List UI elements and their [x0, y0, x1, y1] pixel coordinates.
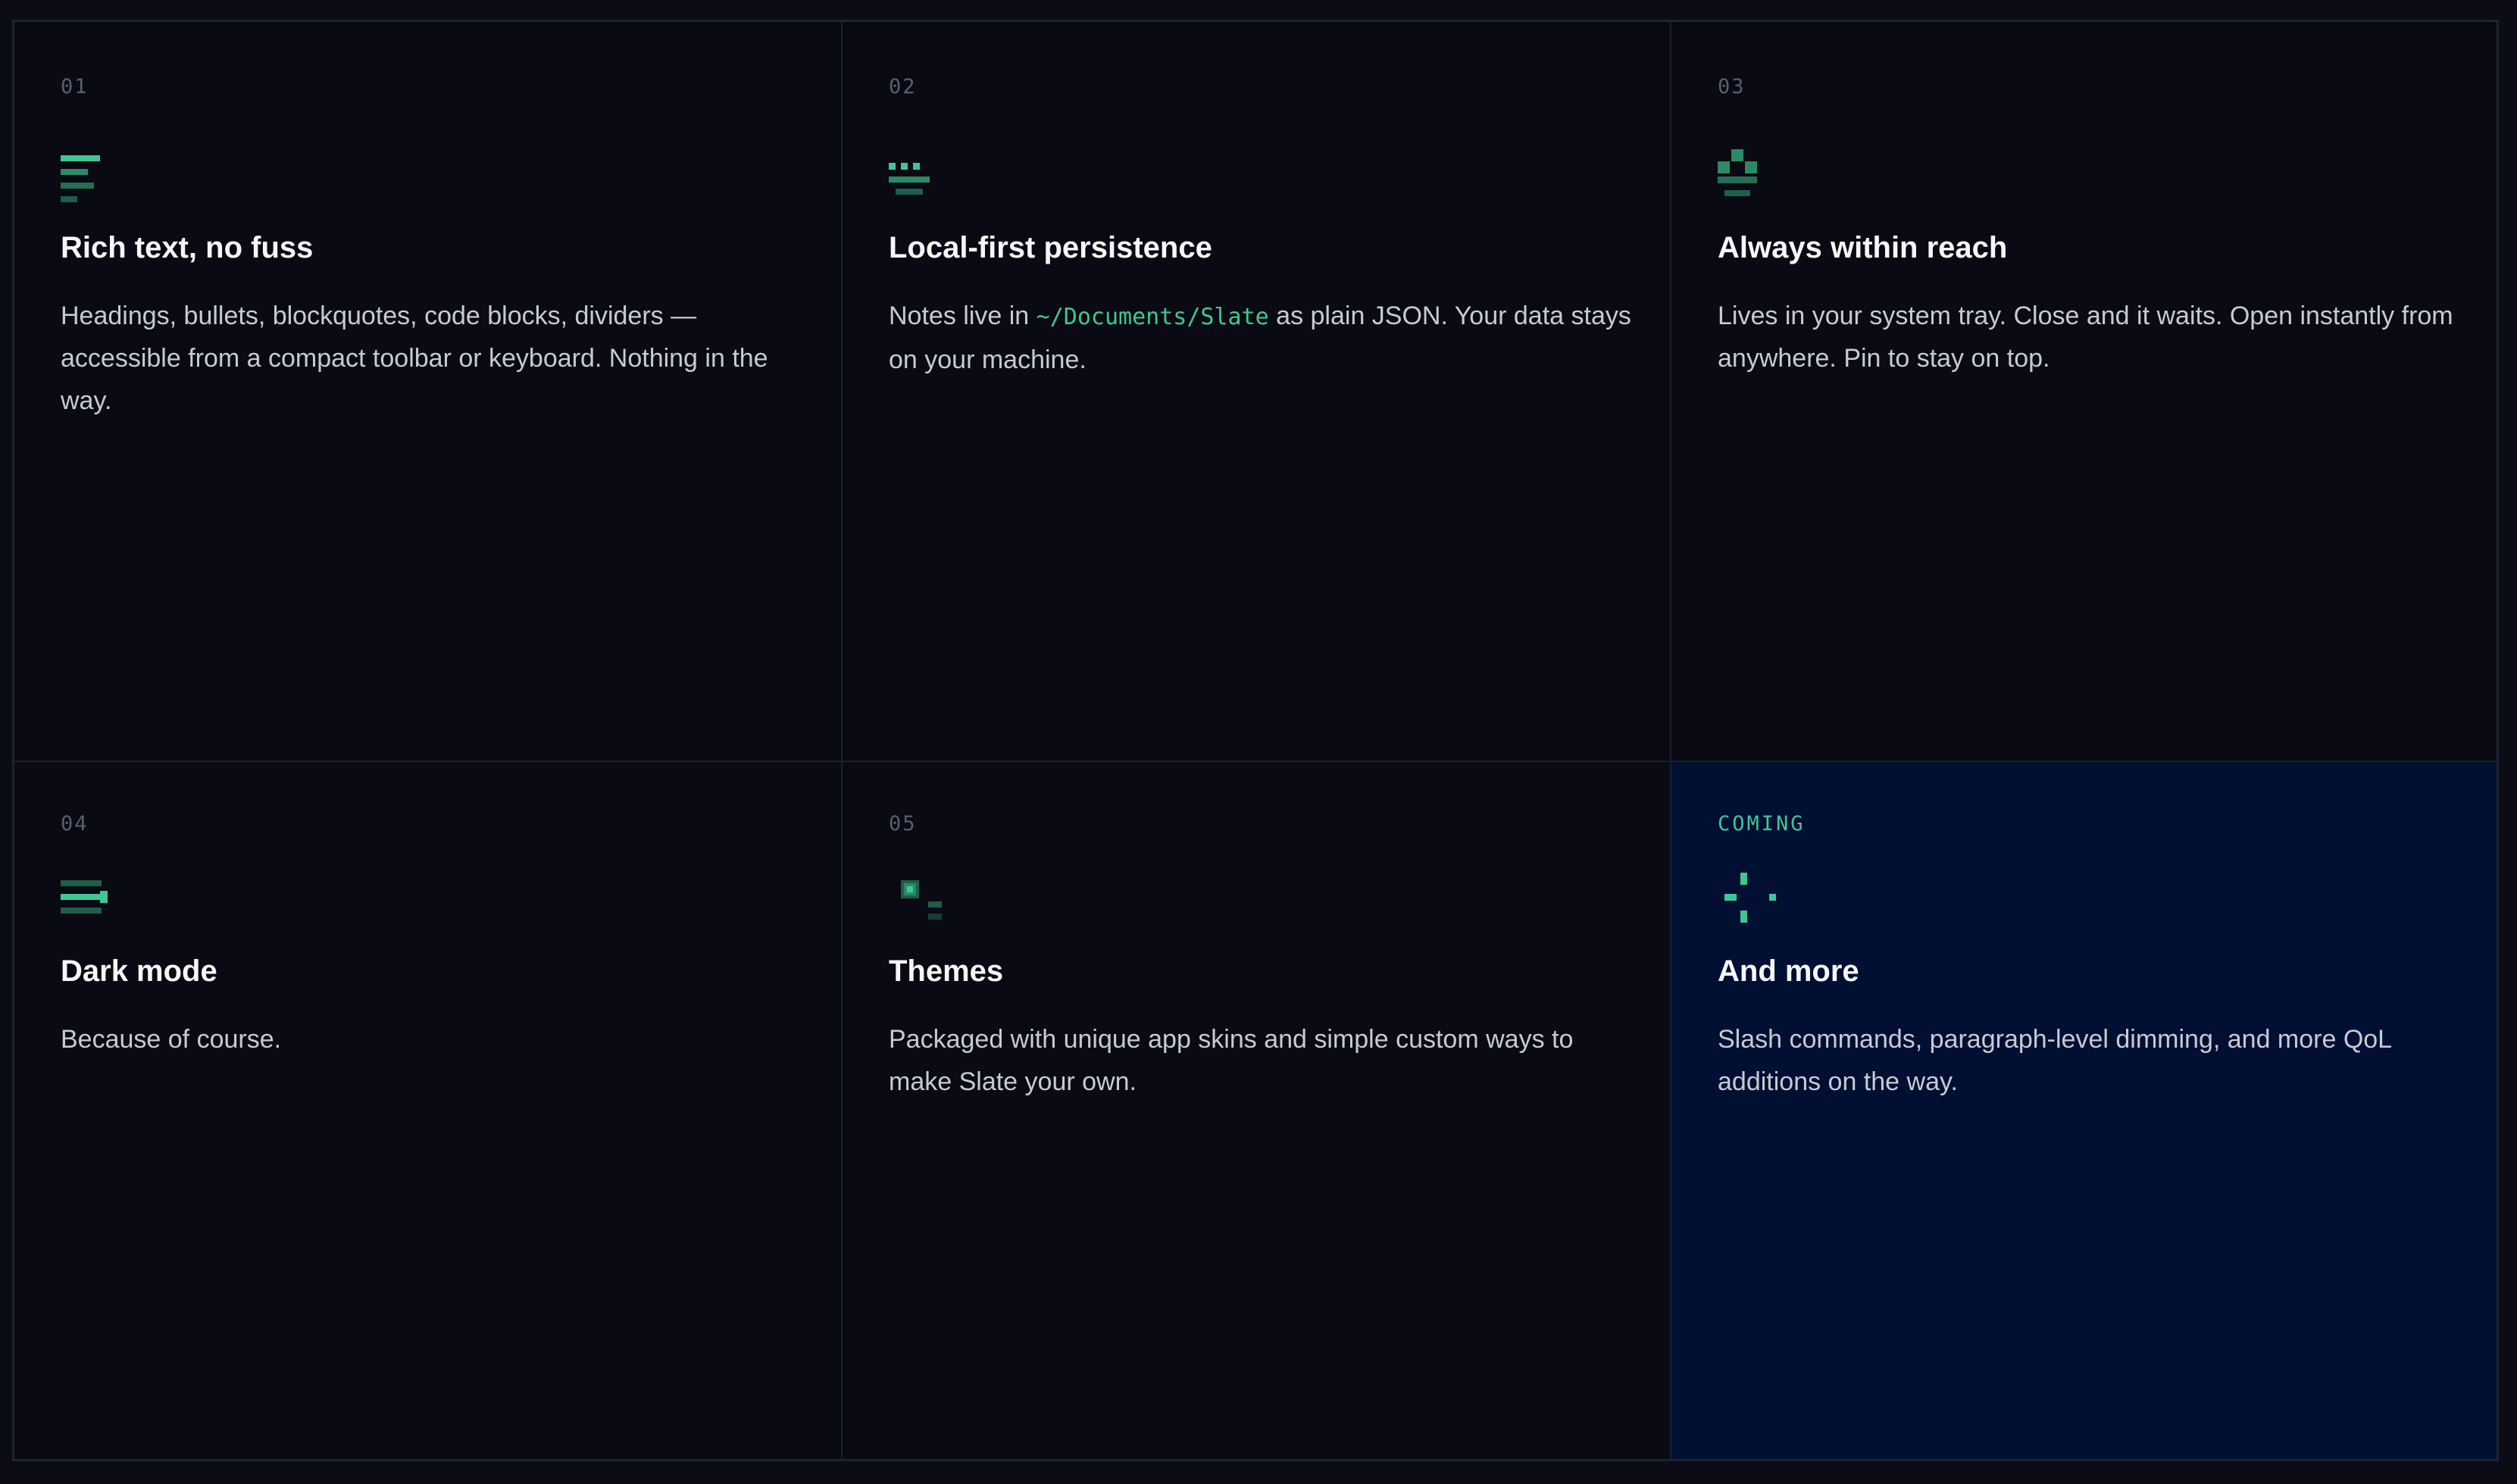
dark-mode-toggle-icon	[61, 880, 108, 914]
rich-text-icon	[61, 155, 100, 202]
feature-card-themes: 05 Themes Packaged with unique app skins…	[843, 762, 1671, 1459]
feature-number: 01	[61, 75, 89, 98]
documents-path: ~/Documents/Slate	[1036, 304, 1269, 330]
feature-card-tray: 03 Always within reach Lives in your sys…	[1671, 22, 2497, 762]
feature-description: Notes live in ~/Documents/Slate as plain…	[889, 295, 1639, 381]
feature-number: 02	[889, 75, 917, 98]
sparkle-icon	[1724, 873, 1776, 923]
feature-title: Themes	[889, 954, 1004, 988]
feature-description: Lives in your system tray. Close and it …	[1718, 301, 2453, 373]
features-grid: 01 Rich text, no fuss Headings, bullets,…	[12, 20, 2499, 1461]
feature-card-coming: COMING And more Slash commands, paragrap…	[1671, 762, 2497, 1459]
feature-card-persistence: 02 Local-first persistence Notes live in…	[843, 22, 1671, 762]
feature-number: 05	[889, 812, 917, 836]
feature-number: 04	[61, 812, 89, 836]
feature-description: Slash commands, paragraph-level dimming,…	[1718, 1025, 2391, 1096]
feature-card-rich-text: 01 Rich text, no fuss Headings, bullets,…	[14, 22, 843, 762]
feature-title: Rich text, no fuss	[61, 231, 314, 264]
feature-description: Because of course.	[61, 1025, 282, 1054]
feature-card-dark-mode: 04 Dark mode Because of course.	[14, 762, 843, 1459]
coming-label: COMING	[1718, 812, 1806, 836]
feature-title: Always within reach	[1718, 231, 2008, 264]
themes-icon	[901, 880, 942, 920]
feature-title: And more	[1718, 954, 1859, 988]
persistence-icon	[889, 163, 930, 195]
feature-title: Dark mode	[61, 954, 217, 988]
feature-title: Local-first persistence	[889, 231, 1212, 264]
feature-description: Packaged with unique app skins and simpl…	[889, 1025, 1574, 1096]
feature-number: 03	[1718, 75, 1746, 98]
description-text: Notes live in	[889, 301, 1030, 330]
tray-icon	[1718, 149, 1757, 196]
feature-description: Headings, bullets, blockquotes, code blo…	[61, 301, 768, 415]
